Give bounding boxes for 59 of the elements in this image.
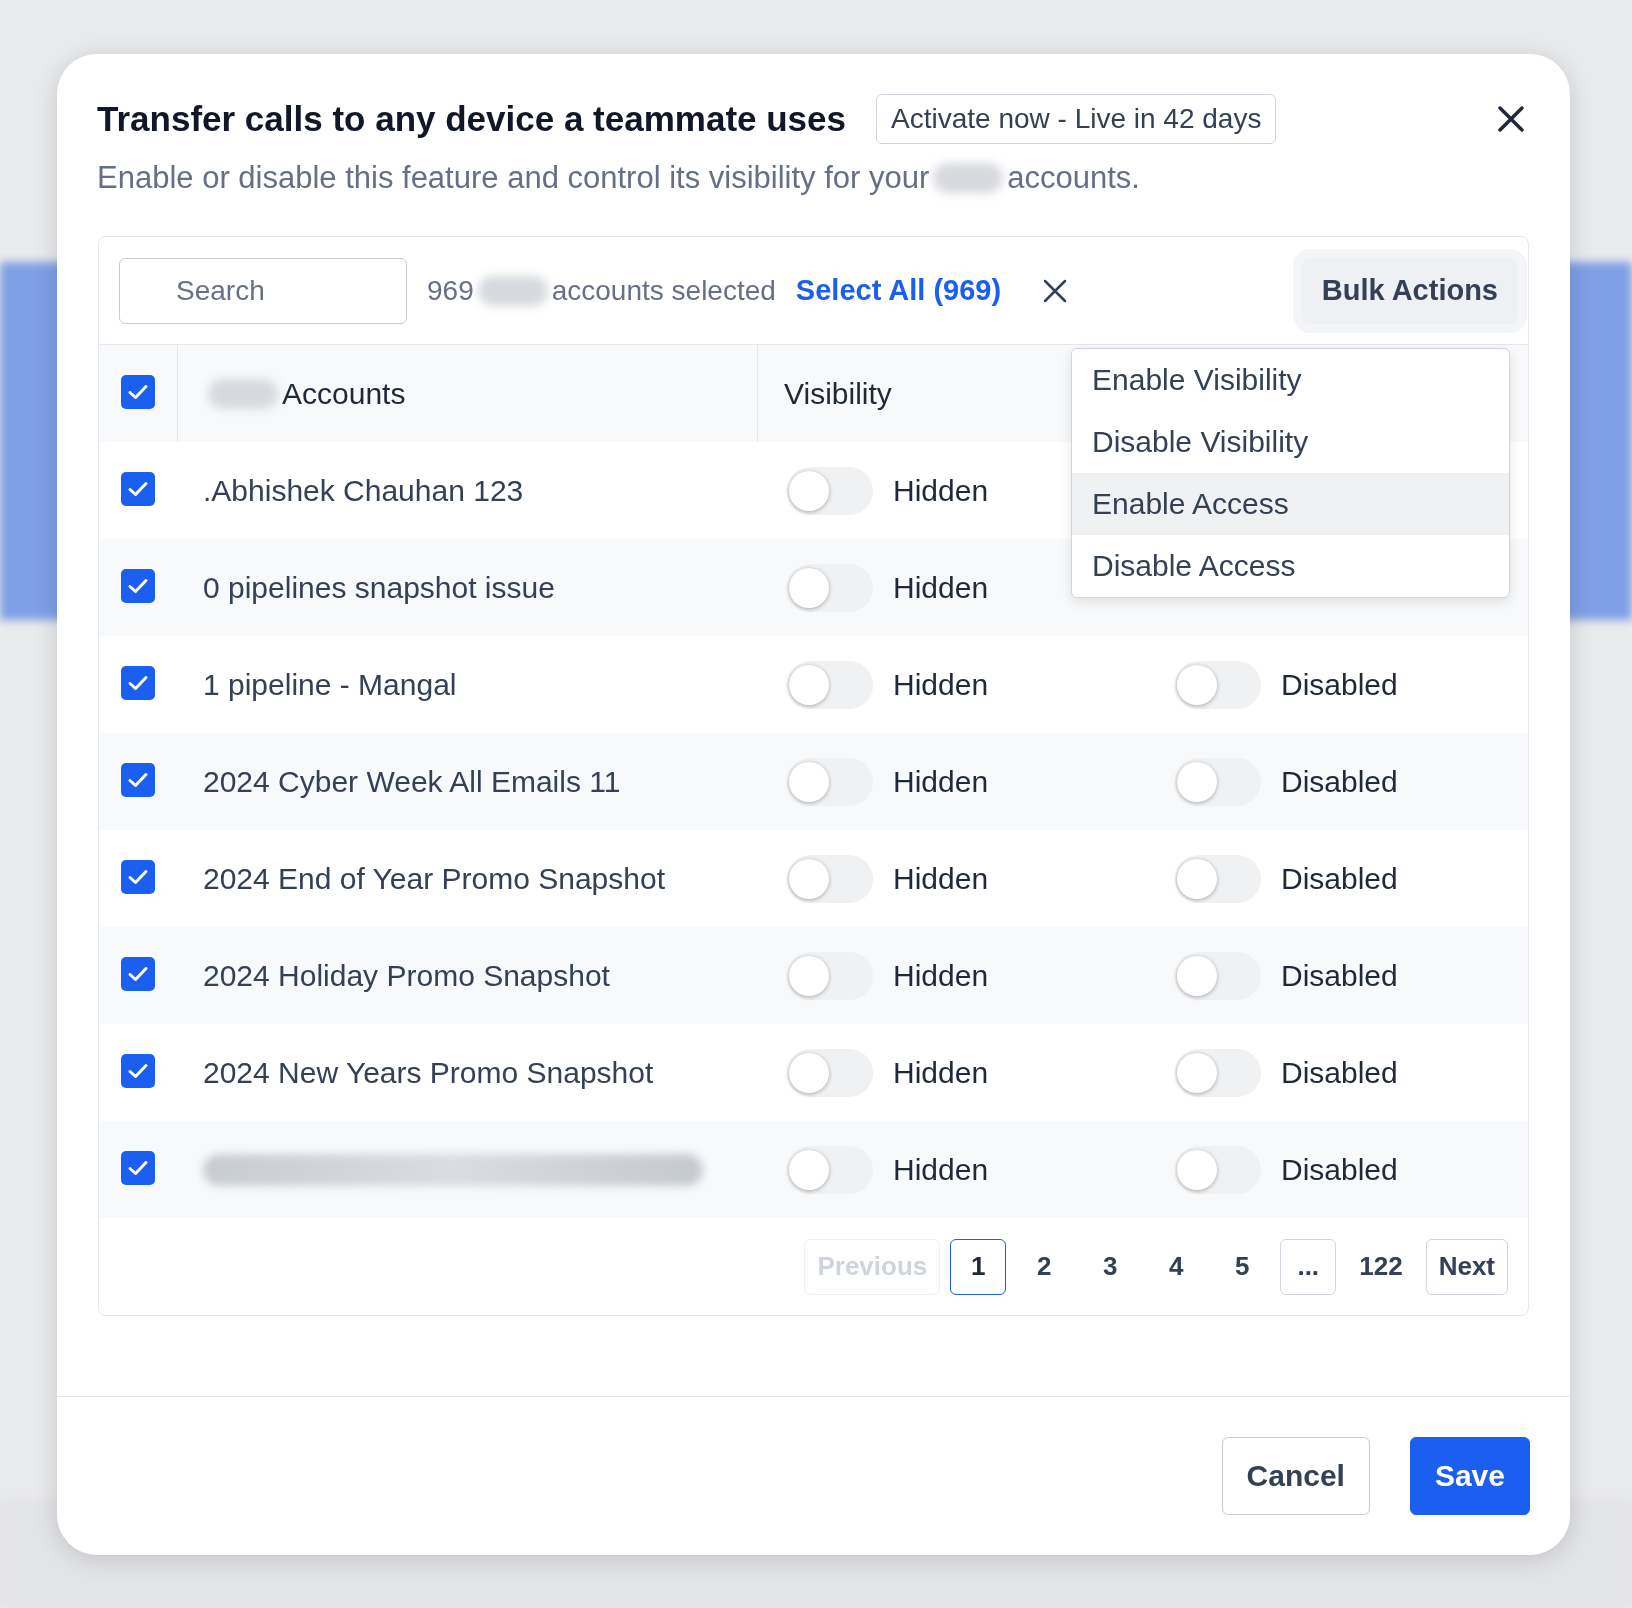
selected-count: 969 <box>427 274 474 307</box>
status-badge: Activate now - Live in 42 days <box>876 94 1277 144</box>
next-button[interactable]: Next <box>1425 1238 1508 1295</box>
account-name: 1 pipeline - Mangal <box>203 667 457 702</box>
toggle-label: Hidden <box>893 861 989 896</box>
toggle-label: Hidden <box>893 1055 989 1090</box>
toggle-switch[interactable] <box>787 1048 873 1097</box>
cancel-button[interactable]: Cancel <box>1221 1437 1370 1515</box>
account-name: 2024 Holiday Promo Snapshot <box>203 958 610 993</box>
toggle-label: Disabled <box>1281 667 1398 702</box>
toggle-label: Hidden <box>893 667 989 702</box>
account-name: 2024 New Years Promo Snapshot <box>203 1055 654 1090</box>
account-name: 2024 End of Year Promo Snapshot <box>203 861 665 896</box>
menu-item[interactable]: Disable Access <box>1072 535 1509 597</box>
toggle-label: Disabled <box>1281 1055 1398 1090</box>
save-button[interactable]: Save <box>1409 1437 1530 1515</box>
toggle-label: Hidden <box>893 958 989 993</box>
redacted-text <box>208 378 278 409</box>
toggle-label: Hidden <box>893 1152 989 1187</box>
menu-item[interactable]: Enable Visibility <box>1072 349 1509 411</box>
toggle-switch[interactable] <box>787 660 873 709</box>
redacted-text <box>933 163 1004 193</box>
toggle-switch[interactable] <box>787 1145 873 1194</box>
toggle-switch[interactable] <box>787 757 873 806</box>
toggle-switch[interactable] <box>1175 757 1261 806</box>
toggle-label: Disabled <box>1281 764 1398 799</box>
toggle-switch[interactable] <box>787 951 873 1000</box>
column-header: Visibility <box>784 376 892 411</box>
account-name: 0 pipelines snapshot issue <box>203 570 555 605</box>
redacted-text <box>477 275 548 306</box>
toggle-switch[interactable] <box>787 854 873 903</box>
toggle-switch[interactable] <box>1175 951 1261 1000</box>
search-field[interactable]: Search <box>119 257 407 324</box>
toggle-switch[interactable] <box>1175 660 1261 709</box>
menu-item[interactable]: Enable Access <box>1072 473 1509 535</box>
toggle-switch[interactable] <box>1175 1145 1261 1194</box>
toggle-label: Disabled <box>1281 958 1398 993</box>
select-all-link[interactable]: Select All (969) <box>795 274 1002 307</box>
close-icon <box>1498 106 1524 132</box>
selected-count-label: accounts selected <box>551 274 776 307</box>
dialog-subtitle: Enable or disable this feature and control its visibility for your <box>97 160 930 196</box>
account-name: 2024 Cyber Week All Emails 11 <box>203 764 621 799</box>
toggle-switch[interactable] <box>787 466 873 515</box>
toggle-label: Disabled <box>1281 1152 1398 1187</box>
column-header: Accounts <box>282 376 406 411</box>
dialog-subtitle: accounts. <box>1007 160 1140 196</box>
page-button[interactable]: 1 <box>950 1238 1007 1295</box>
toggle-label: Disabled <box>1281 861 1398 896</box>
dialog-title: Transfer calls to any device a teammate uses <box>97 99 846 139</box>
account-name: .Abhishek Chauhan 123 <box>203 473 524 508</box>
toggle-switch[interactable] <box>1175 854 1261 903</box>
more-pages-button[interactable]: ... <box>1280 1238 1337 1295</box>
toggle-label: Hidden <box>893 764 989 799</box>
toggle-switch[interactable] <box>787 563 873 612</box>
toggle-label: Hidden <box>893 473 989 508</box>
toggle-label: Hidden <box>893 570 989 605</box>
menu-item[interactable]: Disable Visibility <box>1072 411 1509 473</box>
toggle-switch[interactable] <box>1175 1048 1261 1097</box>
close-icon <box>1043 278 1068 303</box>
